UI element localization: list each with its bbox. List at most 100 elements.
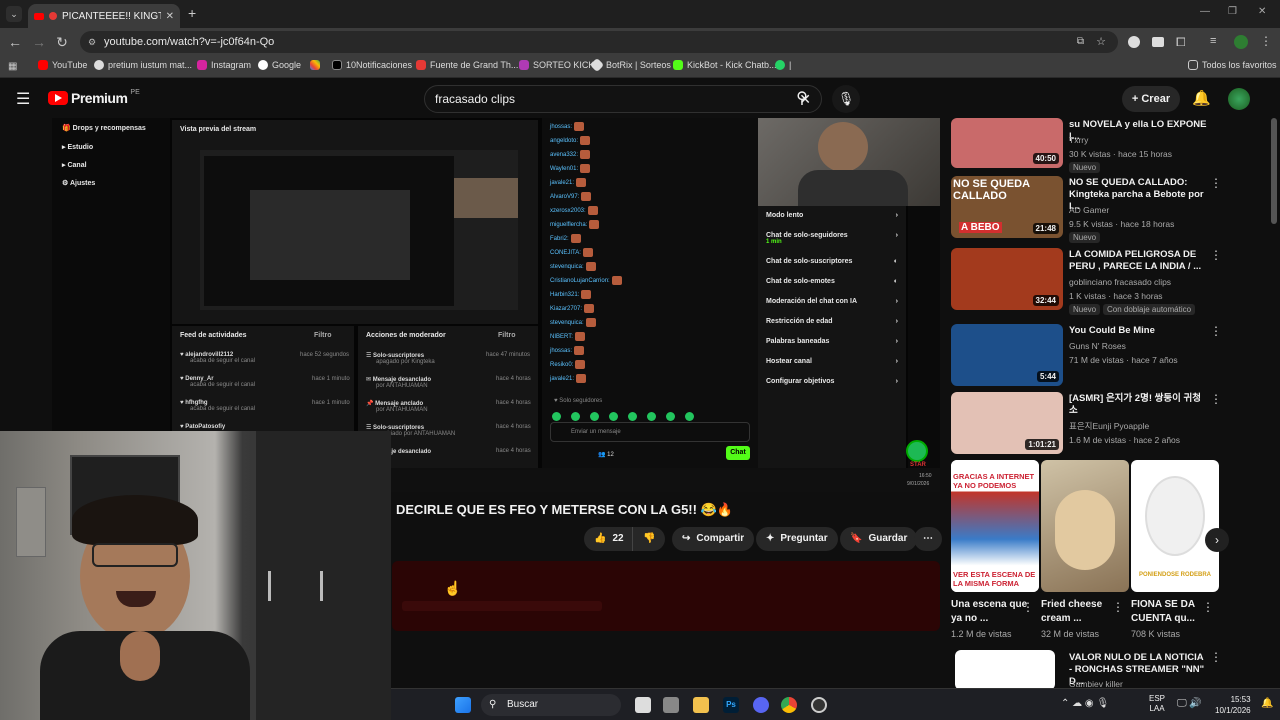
chevron-right-icon[interactable]: ›: [896, 338, 898, 345]
chevron-right-icon[interactable]: ›: [896, 358, 898, 365]
bookmark-pretium[interactable]: pretium iustum mat...: [94, 60, 192, 70]
all-bookmarks-folder[interactable]: Todos los favoritos: [1188, 60, 1277, 70]
page-scrollbar[interactable]: [1271, 118, 1277, 224]
toggle-switch[interactable]: ◐: [894, 278, 898, 285]
close-tab-icon[interactable]: ✕: [166, 11, 174, 22]
short-title[interactable]: FIONA SE DA CUENTA qu...: [1131, 598, 1211, 626]
maximize-icon[interactable]: ❐: [1228, 6, 1237, 17]
bookmark-whatsapp[interactable]: |: [775, 60, 791, 70]
short-menu-icon[interactable]: ⋮: [1112, 600, 1124, 614]
hamburger-menu-icon[interactable]: ☰: [16, 89, 30, 109]
chevron-right-icon[interactable]: ›: [896, 378, 898, 385]
dislike-button[interactable]: 👎: [632, 527, 666, 551]
bookmark-star-icon[interactable]: ☆: [1096, 31, 1106, 53]
extension-icon-1[interactable]: [1128, 36, 1140, 48]
recommendation-thumbnail[interactable]: NO SE QUEDA CALLADO A BEBO 21:48: [951, 176, 1063, 238]
tray-icons[interactable]: ⌃ ☁ ◉ 🎙: [1061, 698, 1109, 709]
chat-username[interactable]: javale21:: [550, 180, 574, 186]
recommendation-menu-icon[interactable]: ⋮: [1210, 392, 1222, 406]
apps-grid-icon[interactable]: ▦: [8, 61, 17, 72]
settings-item[interactable]: Chat de solo-suscriptores ◐: [766, 258, 898, 265]
extensions-puzzle-icon[interactable]: ⧠: [1176, 35, 1186, 50]
short-card[interactable]: PONIENDOSE RODEBRA: [1131, 460, 1219, 592]
chevron-right-icon[interactable]: ›: [896, 298, 898, 305]
back-icon[interactable]: ←: [6, 33, 24, 51]
language-indicator[interactable]: ESP LAA: [1149, 694, 1165, 714]
reload-icon[interactable]: ↻: [53, 33, 71, 51]
settings-item[interactable]: Restricción de edad ›: [766, 318, 898, 325]
browser-menu-icon[interactable]: ⋮: [1260, 34, 1272, 48]
settings-item[interactable]: Modo lento ›: [766, 212, 898, 219]
chat-username[interactable]: jhossas:: [550, 348, 572, 354]
video-player[interactable]: 🎁 Drops y recompensas ▸ Estudio ▸ Canal …: [52, 118, 940, 468]
recommendation-thumbnail[interactable]: 40:50: [951, 118, 1063, 168]
recommendation-channel[interactable]: Guns N' Roses: [1069, 340, 1219, 352]
recommendation-title[interactable]: LA COMIDA PELIGROSA DE PERU , PARECE LA …: [1069, 249, 1207, 273]
recommendation-menu-icon[interactable]: ⋮: [1210, 248, 1222, 262]
site-info-icon[interactable]: ⚙: [88, 31, 96, 53]
task-view-icon[interactable]: [635, 697, 651, 713]
chat-username[interactable]: CONEJITA:: [550, 250, 581, 256]
install-app-icon[interactable]: ⧉: [1077, 31, 1084, 53]
bookmark-youtube[interactable]: YouTube: [38, 60, 87, 70]
voice-search-icon[interactable]: 🎙: [832, 85, 860, 113]
share-button[interactable]: ↪ Compartir: [672, 527, 755, 551]
video-description[interactable]: [392, 561, 940, 631]
chevron-right-icon[interactable]: ›: [896, 318, 898, 325]
youtube-logo[interactable]: Premium PE: [48, 89, 140, 106]
chat-send-button[interactable]: Chat: [726, 446, 750, 460]
feed-filter[interactable]: Filtro: [314, 332, 332, 339]
recommendation-title[interactable]: You Could Be Mine: [1069, 325, 1207, 337]
chat-username[interactable]: stevenquica:: [550, 264, 584, 270]
search-input[interactable]: fracasado clips ✕: [424, 85, 822, 113]
chat-username[interactable]: jhossas:: [550, 124, 572, 130]
bookmark-google[interactable]: Google: [258, 60, 301, 70]
chat-username[interactable]: NIBERT:: [550, 334, 573, 340]
emote-bar[interactable]: [552, 408, 752, 421]
short-title[interactable]: Una escena que ya no ...: [951, 598, 1031, 626]
new-tab-button[interactable]: +: [188, 5, 196, 21]
recommendation-channel[interactable]: Txrry: [1069, 134, 1219, 146]
recommendation-channel[interactable]: goblinciano fracasado clips: [1069, 276, 1219, 288]
search-button[interactable]: ⚲: [782, 85, 822, 113]
chat-username[interactable]: AlvaroV97:: [550, 194, 579, 200]
recommendation-title[interactable]: [ASMR] 은지가 2명! 쌍둥이 귀청소: [1069, 393, 1207, 417]
mod-filter[interactable]: Filtro: [498, 332, 516, 339]
app-icon-1[interactable]: [663, 697, 679, 713]
chat-username[interactable]: Harbin321:: [550, 292, 579, 298]
network-volume-icons[interactable]: 🖵 🔊: [1177, 698, 1202, 709]
chat-input[interactable]: Enviar un mensaje: [550, 422, 750, 442]
bookmark-instagram[interactable]: Instagram: [197, 60, 251, 70]
recommendation-thumbnail[interactable]: 1:01:21: [951, 392, 1063, 454]
media-controls-icon[interactable]: ≡: [1210, 35, 1216, 47]
bookmark-pinwheel[interactable]: [310, 60, 320, 70]
recommendation-channel[interactable]: 표은지Eunji Pyoapple: [1069, 420, 1219, 432]
profile-avatar-icon[interactable]: [1234, 35, 1248, 49]
like-button[interactable]: 👍 22: [584, 527, 632, 551]
tab-list-dropdown[interactable]: ⌄: [6, 6, 22, 22]
chat-username[interactable]: stevenquica:: [550, 320, 584, 326]
clock[interactable]: 15:53 10/1/2026: [1215, 694, 1251, 716]
shorts-next-button[interactable]: ›: [1205, 528, 1229, 552]
discord-icon[interactable]: [753, 697, 769, 713]
file-explorer-icon[interactable]: [693, 697, 709, 713]
recommendation-menu-icon[interactable]: ⋮: [1210, 176, 1222, 190]
chat-username[interactable]: xzerosx2003:: [550, 208, 586, 214]
short-menu-icon[interactable]: ⋮: [1022, 600, 1034, 614]
settings-item[interactable]: Palabras baneadas ›: [766, 338, 898, 345]
notifications-bell-icon[interactable]: 🔔: [1192, 89, 1211, 107]
settings-item[interactable]: Moderación del chat con IA ›: [766, 298, 898, 305]
save-button[interactable]: 🔖 Guardar: [840, 527, 918, 551]
settings-item[interactable]: Configurar objetivos ›: [766, 378, 898, 385]
recommendation-menu-icon[interactable]: ⋮: [1210, 324, 1222, 338]
chevron-right-icon[interactable]: ›: [896, 212, 898, 219]
chat-username[interactable]: avena332:: [550, 152, 578, 158]
recommendation-thumbnail[interactable]: 32:44: [951, 248, 1063, 310]
chat-username[interactable]: Fabri2:: [550, 236, 569, 242]
windows-start-icon[interactable]: [455, 697, 471, 713]
sidebar-item-drops[interactable]: 🎁 Drops y recompensas: [62, 124, 146, 132]
short-card[interactable]: [1041, 460, 1129, 592]
photoshop-icon[interactable]: Ps: [723, 697, 739, 713]
forward-icon[interactable]: →: [30, 33, 48, 51]
sidebar-item-canal[interactable]: ▸ Canal: [62, 161, 87, 169]
